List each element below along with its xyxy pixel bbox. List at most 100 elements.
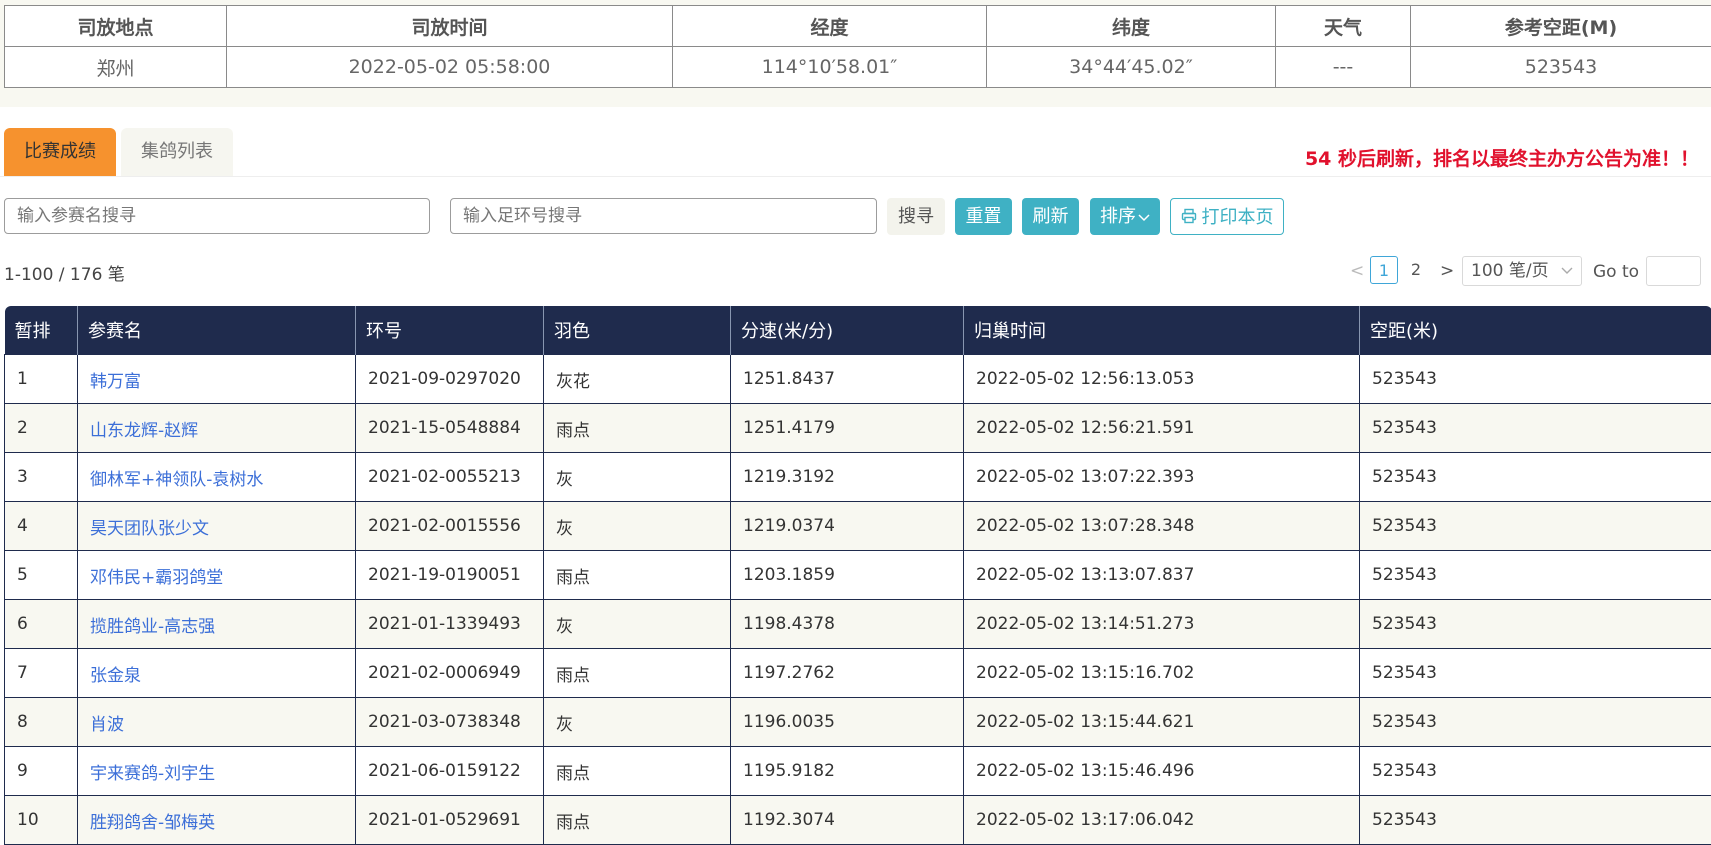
refresh-button[interactable]: 刷新 [1022,198,1079,235]
cell-arrival-time: 2022-05-02 13:14:51.273 [964,600,1360,649]
cell-distance: 523543 [1360,698,1711,747]
per-page-select[interactable]: 100 笔/页 [1462,256,1582,286]
cell-speed: 1203.1859 [731,551,964,600]
cell-rank: 5 [5,551,78,600]
table-row: 2 山东龙辉-赵辉 2021-15-0548884 雨点 1251.4179 2… [5,404,1711,453]
cell-arrival-time: 2022-05-02 13:07:22.393 [964,453,1360,502]
cell-entrant: 山东龙辉-赵辉 [78,404,356,453]
cell-entrant: 揽胜鸽业-高志强 [78,600,356,649]
print-page-button[interactable]: 打印本页 [1170,198,1284,235]
table-row: 7 张金泉 2021-02-0006949 雨点 1197.2762 2022-… [5,649,1711,698]
per-page-value: 100 笔/页 [1471,261,1549,281]
prev-page-button[interactable]: < [1350,261,1364,281]
header-ring[interactable]: 环号 [356,306,544,355]
table-row: 1 韩万富 2021-09-0297020 灰花 1251.8437 2022-… [5,355,1711,404]
cell-ring: 2021-03-0738348 [356,698,544,747]
cell-color: 灰 [544,698,731,747]
header-distance[interactable]: 空距(米) [1360,306,1711,355]
cell-rank: 2 [5,404,78,453]
cell-distance: 523543 [1360,404,1711,453]
cell-arrival-time: 2022-05-02 13:17:06.042 [964,796,1360,845]
cell-entrant: 肖波 [78,698,356,747]
entrant-link[interactable]: 张金泉 [90,666,141,686]
entrant-link[interactable]: 宇来赛鸽-刘宇生 [90,764,215,784]
cell-speed: 1251.8437 [731,355,964,404]
cell-rank: 9 [5,747,78,796]
page-1-button[interactable]: 1 [1370,256,1398,284]
cell-ring: 2021-02-0055213 [356,453,544,502]
ring-search-input[interactable] [450,198,877,234]
cell-rank: 4 [5,502,78,551]
header-color[interactable]: 羽色 [544,306,731,355]
cell-color: 雨点 [544,404,731,453]
goto-page-input[interactable] [1646,256,1701,286]
header-rank[interactable]: 暂排 [5,306,78,355]
release-header-row: 司放地点 司放时间 经度 纬度 天气 参考空距(M) [5,6,1711,47]
cell-entrant: 张金泉 [78,649,356,698]
table-row: 3 御林军+神领队-袁树水 2021-02-0055213 灰 1219.319… [5,453,1711,502]
cell-ring: 2021-19-0190051 [356,551,544,600]
entrant-link[interactable]: 肖波 [90,715,124,735]
tab-divider [0,176,1711,177]
header-speed[interactable]: 分速(米/分) [731,306,964,355]
cell-entrant: 御林军+神领队-袁树水 [78,453,356,502]
chevron-down-icon [1561,257,1573,285]
cell-distance: 523543 [1360,600,1711,649]
cell-distance: 523543 [1360,747,1711,796]
cell-entrant: 昊天团队张少文 [78,502,356,551]
table-row: 6 揽胜鸽业-高志强 2021-01-1339493 灰 1198.4378 2… [5,600,1711,649]
cell-rank: 10 [5,796,78,845]
cell-entrant: 韩万富 [78,355,356,404]
cell-color: 灰 [544,453,731,502]
cell-color: 灰 [544,600,731,649]
reset-button[interactable]: 重置 [955,198,1012,235]
release-value-row: 郑州 2022-05-02 05:58:00 114°10′58.01″ 34°… [5,47,1711,88]
release-info-table: 司放地点 司放时间 经度 纬度 天气 参考空距(M) 郑州 2022-05-02… [4,5,1711,88]
sort-button-label: 排序 [1100,206,1136,227]
entrant-link[interactable]: 邓伟民+霸羽鸽堂 [90,568,223,588]
cell-ring: 2021-15-0548884 [356,404,544,453]
release-header-distance: 参考空距(M) [1411,6,1711,47]
entrant-link[interactable]: 昊天团队张少文 [90,519,209,539]
search-button[interactable]: 搜寻 [887,198,945,235]
goto-label: Go to [1593,262,1639,282]
release-header-latitude: 纬度 [987,6,1276,47]
cell-color: 雨点 [544,649,731,698]
cell-speed: 1192.3074 [731,796,964,845]
entrant-link[interactable]: 揽胜鸽业-高志强 [90,617,215,637]
sort-button[interactable]: 排序 [1090,198,1160,235]
cell-color: 灰 [544,502,731,551]
cell-arrival-time: 2022-05-02 13:07:28.348 [964,502,1360,551]
entrant-link[interactable]: 御林军+神领队-袁树水 [90,470,263,490]
cell-arrival-time: 2022-05-02 12:56:21.591 [964,404,1360,453]
cell-entrant: 胜翔鸽舍-邹梅英 [78,796,356,845]
cell-distance: 523543 [1360,355,1711,404]
page-2-button[interactable]: 2 [1402,256,1430,284]
tab-pigeon-list[interactable]: 集鸽列表 [121,128,233,176]
cell-rank: 1 [5,355,78,404]
cell-color: 雨点 [544,551,731,600]
next-page-button[interactable]: > [1440,261,1454,281]
tab-race-results[interactable]: 比赛成绩 [4,128,116,176]
table-row: 4 昊天团队张少文 2021-02-0015556 灰 1219.0374 20… [5,502,1711,551]
cell-color: 雨点 [544,796,731,845]
cell-rank: 6 [5,600,78,649]
entrant-link[interactable]: 胜翔鸽舍-邹梅英 [90,813,215,833]
cell-arrival-time: 2022-05-02 13:15:46.496 [964,747,1360,796]
cell-ring: 2021-01-1339493 [356,600,544,649]
header-entrant[interactable]: 参赛名 [78,306,356,355]
cell-speed: 1195.9182 [731,747,964,796]
cell-ring: 2021-01-0529691 [356,796,544,845]
entrant-link[interactable]: 韩万富 [90,372,141,392]
print-button-label: 打印本页 [1202,207,1274,228]
cell-color: 灰花 [544,355,731,404]
release-header-location: 司放地点 [5,6,227,47]
cell-distance: 523543 [1360,649,1711,698]
entrant-link[interactable]: 山东龙辉-赵辉 [90,421,198,441]
cell-speed: 1198.4378 [731,600,964,649]
name-search-input[interactable] [4,198,430,234]
tab-bar: 比赛成绩 集鸽列表 [4,128,233,176]
cell-color: 雨点 [544,747,731,796]
results-header-row: 暂排 参赛名 环号 羽色 分速(米/分) 归巢时间 空距(米) [5,306,1711,355]
header-arrival-time[interactable]: 归巢时间 [964,306,1360,355]
